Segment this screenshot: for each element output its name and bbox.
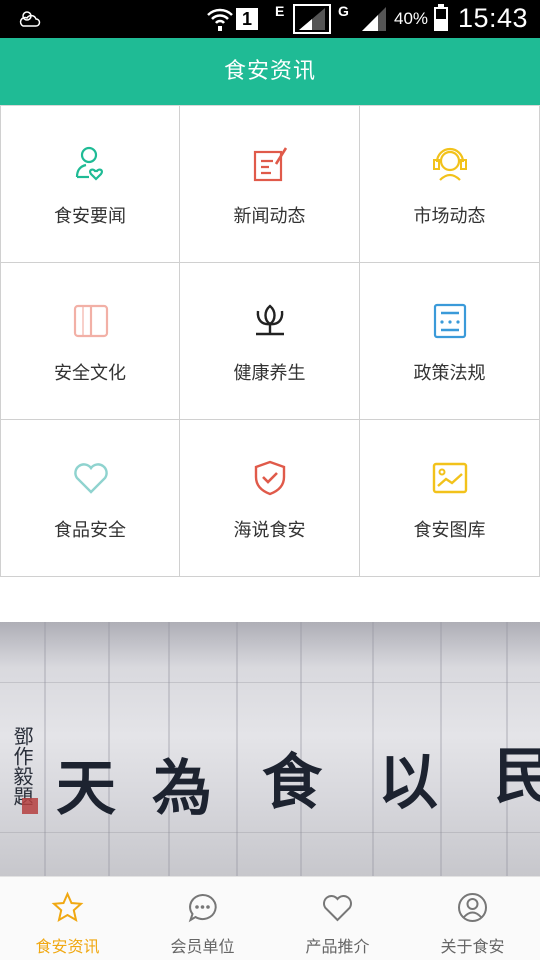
chat-bubble-icon bbox=[188, 893, 217, 923]
network-type-1: E bbox=[275, 3, 285, 19]
battery-icon bbox=[434, 4, 448, 31]
weather-cloud-icon bbox=[19, 11, 41, 27]
battery-percent: 40% bbox=[394, 9, 429, 28]
nav-label: 食安资讯 bbox=[35, 937, 100, 956]
nav-label: 关于食安 bbox=[440, 937, 505, 956]
calligraphy-char: 天 bbox=[56, 754, 116, 824]
grid-item-image-gallery[interactable]: 食安图库 bbox=[360, 420, 540, 577]
user-circle-icon bbox=[458, 893, 487, 922]
red-seal-stamp bbox=[22, 798, 38, 814]
nav-item-about[interactable]: 关于食安 bbox=[405, 877, 540, 960]
grid-item-label: 海说食安 bbox=[233, 520, 306, 541]
grid-item-label: 食安图库 bbox=[413, 520, 486, 541]
nav-label: 产品推介 bbox=[305, 937, 370, 956]
picture-chart-icon bbox=[432, 462, 468, 494]
category-grid: 食安要闻 新闻动态 市场动态 安全文化 健康养生 政策法规 食品安全 海说食安 … bbox=[0, 105, 540, 577]
banner-image[interactable]: 鄧作毅題 天 為 食 以 民 bbox=[0, 622, 540, 876]
open-book-icon bbox=[73, 304, 109, 338]
network-type-2: G bbox=[338, 3, 349, 19]
clock: 15:43 bbox=[458, 3, 529, 33]
grid-item-label: 市场动态 bbox=[413, 206, 486, 227]
lotus-icon bbox=[256, 304, 284, 336]
star-icon bbox=[51, 891, 84, 923]
heart-outline-icon bbox=[74, 463, 108, 494]
calligraphy-char: 民 bbox=[494, 742, 540, 812]
status-bar: 1 E G 40% 15:43 bbox=[0, 0, 540, 38]
edit-note-icon bbox=[253, 147, 288, 182]
grid-item-label: 政策法规 bbox=[413, 363, 486, 384]
app-header: 食安资讯 bbox=[0, 38, 540, 105]
signal-strength-1-icon bbox=[293, 4, 331, 34]
heart-icon bbox=[323, 895, 352, 922]
nav-label: 会员单位 bbox=[170, 937, 235, 956]
nav-item-product-promotion[interactable]: 产品推介 bbox=[270, 877, 405, 960]
grid-item-safety-culture[interactable]: 安全文化 bbox=[0, 263, 180, 420]
grid-item-label: 健康养生 bbox=[233, 363, 306, 384]
grid-item-food-safety-news[interactable]: 食安要闻 bbox=[0, 106, 180, 263]
signal-strength-2-icon bbox=[362, 7, 386, 31]
headset-person-icon bbox=[433, 147, 467, 181]
bottom-nav: 食安资讯 会员单位 产品推介 关于食安 bbox=[0, 876, 540, 960]
page-title: 食安资讯 bbox=[223, 59, 316, 84]
grid-item-policies-regulations[interactable]: 政策法规 bbox=[360, 263, 540, 420]
nav-item-food-safety-news[interactable]: 食安资讯 bbox=[0, 877, 135, 960]
grid-item-label: 安全文化 bbox=[54, 363, 126, 384]
calligraphy-char: 以 bbox=[378, 748, 438, 818]
shield-check-icon bbox=[254, 460, 286, 496]
grid-item-market-updates[interactable]: 市场动态 bbox=[360, 106, 540, 263]
grid-item-label: 食品安全 bbox=[54, 520, 126, 541]
calligraphy-char: 為 bbox=[152, 754, 212, 824]
grid-item-news-updates[interactable]: 新闻动态 bbox=[180, 106, 360, 263]
document-list-icon bbox=[433, 303, 467, 339]
grid-item-label: 新闻动态 bbox=[233, 206, 306, 227]
nav-item-member-units[interactable]: 会员单位 bbox=[135, 877, 270, 960]
grid-item-label: 食安要闻 bbox=[54, 206, 126, 227]
banner-inscription: 鄧作毅題 bbox=[10, 726, 34, 806]
sim-slot-badge: 1 bbox=[236, 8, 258, 30]
grid-item-health-wellness[interactable]: 健康养生 bbox=[180, 263, 360, 420]
grid-item-talk-food-safety[interactable]: 海说食安 bbox=[180, 420, 360, 577]
calligraphy-char: 食 bbox=[262, 748, 322, 818]
person-heart-icon bbox=[75, 146, 104, 181]
wifi-icon bbox=[207, 8, 233, 31]
grid-item-food-safety[interactable]: 食品安全 bbox=[0, 420, 180, 577]
